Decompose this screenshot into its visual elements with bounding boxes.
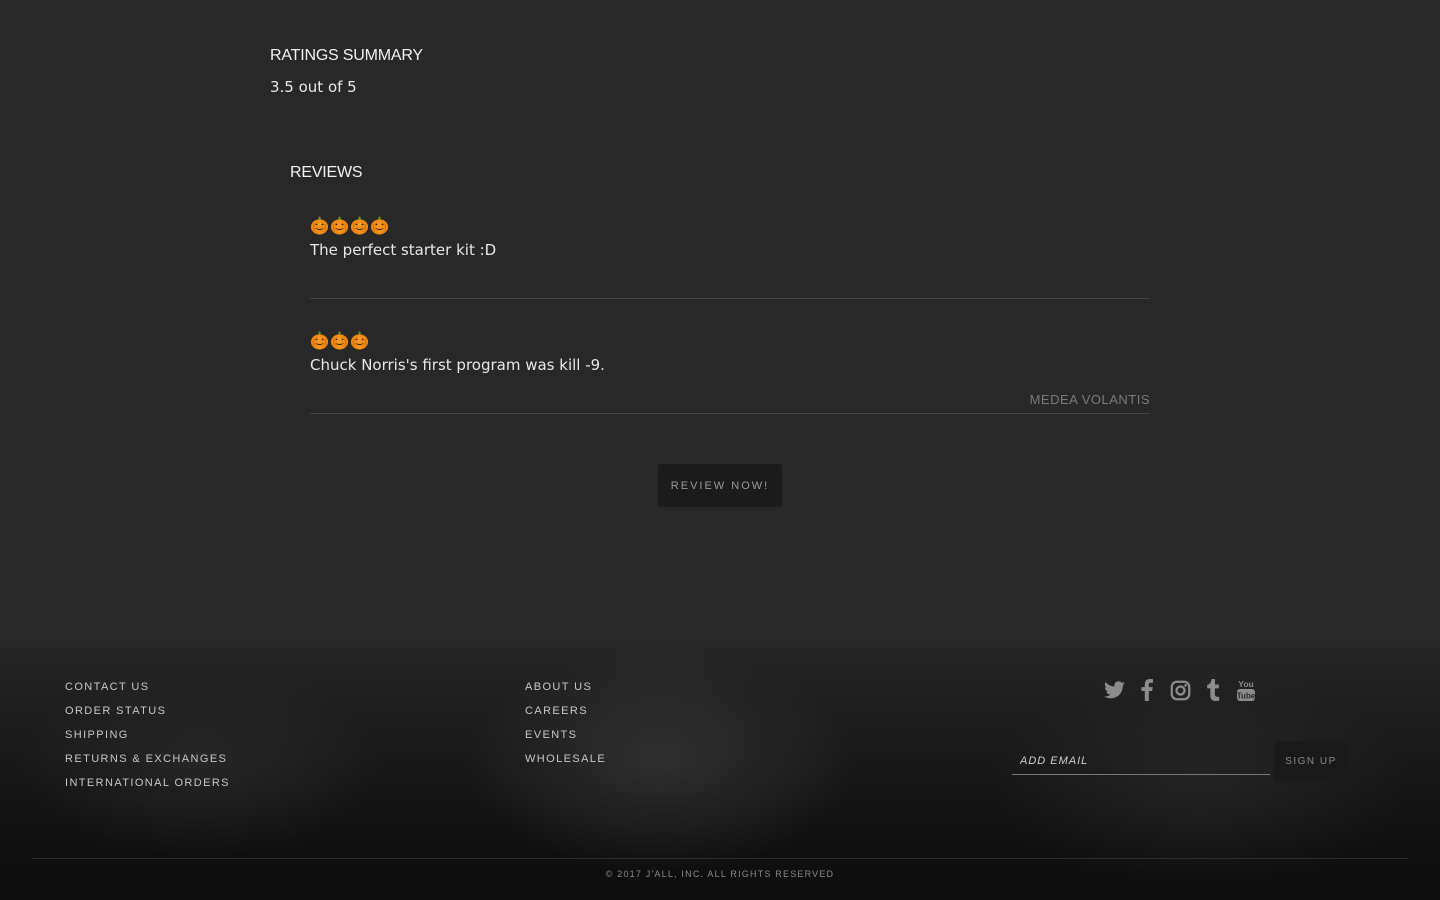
footer-link-item: WHOLESALE: [525, 751, 606, 775]
review-author: MEDEA VOLANTIS: [1029, 392, 1150, 407]
instagram-icon[interactable]: [1169, 678, 1191, 702]
footer-link-item: CONTACT US: [65, 679, 230, 703]
pumpkin-icon: [310, 331, 329, 350]
footer-link-item: INTERNATIONAL ORDERS: [65, 775, 230, 799]
footer-link-international-orders[interactable]: INTERNATIONAL ORDERS: [65, 777, 230, 789]
footer-links-company: ABOUT US CAREERS EVENTS WHOLESALE: [525, 679, 606, 775]
footer-link-returns-exchanges[interactable]: RETURNS & EXCHANGES: [65, 753, 227, 765]
svg-text:Tube: Tube: [1237, 692, 1256, 701]
pumpkin-icon: [330, 216, 349, 235]
review-rating: [310, 216, 1150, 236]
ratings-summary-title: RATINGS SUMMARY: [270, 47, 423, 64]
social-links: You Tube: [1103, 678, 1257, 702]
sign-up-button[interactable]: SIGN UP: [1274, 741, 1348, 781]
footer-link-order-status[interactable]: ORDER STATUS: [65, 705, 166, 717]
pumpkin-icon: [350, 216, 369, 235]
pumpkin-icon: [350, 331, 369, 350]
tumblr-icon[interactable]: [1202, 678, 1224, 702]
footer-link-wholesale[interactable]: WHOLESALE: [525, 753, 606, 765]
pumpkin-icon: [330, 331, 349, 350]
footer-link-item: SHIPPING: [65, 727, 230, 751]
footer-link-shipping[interactable]: SHIPPING: [65, 729, 129, 741]
footer-link-contact-us[interactable]: CONTACT US: [65, 681, 150, 693]
review-now-button[interactable]: REVIEW NOW!: [658, 464, 782, 507]
svg-text:You: You: [1238, 679, 1253, 689]
footer-links-customer: CONTACT US ORDER STATUS SHIPPING RETURNS…: [65, 679, 230, 799]
review-item: The perfect starter kit :D: [310, 216, 1150, 299]
footer-link-item: ABOUT US: [525, 679, 606, 703]
footer-divider: [32, 858, 1408, 859]
footer: CONTACT US ORDER STATUS SHIPPING RETURNS…: [0, 640, 1440, 900]
review-text: Chuck Norris's first program was kill -9…: [310, 356, 605, 374]
footer-link-careers[interactable]: CAREERS: [525, 705, 588, 717]
reviews-title: REVIEWS: [290, 164, 363, 181]
footer-link-about-us[interactable]: ABOUT US: [525, 681, 592, 693]
youtube-icon[interactable]: You Tube: [1235, 678, 1257, 702]
review-text: The perfect starter kit :D: [310, 241, 497, 259]
facebook-icon[interactable]: [1136, 678, 1158, 702]
pumpkin-icon: [310, 216, 329, 235]
footer-link-item: CAREERS: [525, 703, 606, 727]
review-item: Chuck Norris's first program was kill -9…: [310, 331, 1150, 414]
page: RATINGS SUMMARY 3.5 out of 5 REVIEWS The…: [0, 0, 1440, 900]
copyright-text: © 2017 J'ALL, INC. ALL RIGHTS RESERVED: [605, 869, 835, 879]
twitter-icon[interactable]: [1103, 678, 1125, 702]
ratings-summary-value: 3.5 out of 5: [270, 78, 357, 96]
footer-link-item: EVENTS: [525, 727, 606, 751]
footer-link-item: ORDER STATUS: [65, 703, 230, 727]
footer-link-events[interactable]: EVENTS: [525, 729, 577, 741]
email-input[interactable]: [1012, 748, 1270, 775]
review-rating: [310, 331, 1150, 351]
footer-link-item: RETURNS & EXCHANGES: [65, 751, 230, 775]
pumpkin-icon: [370, 216, 389, 235]
